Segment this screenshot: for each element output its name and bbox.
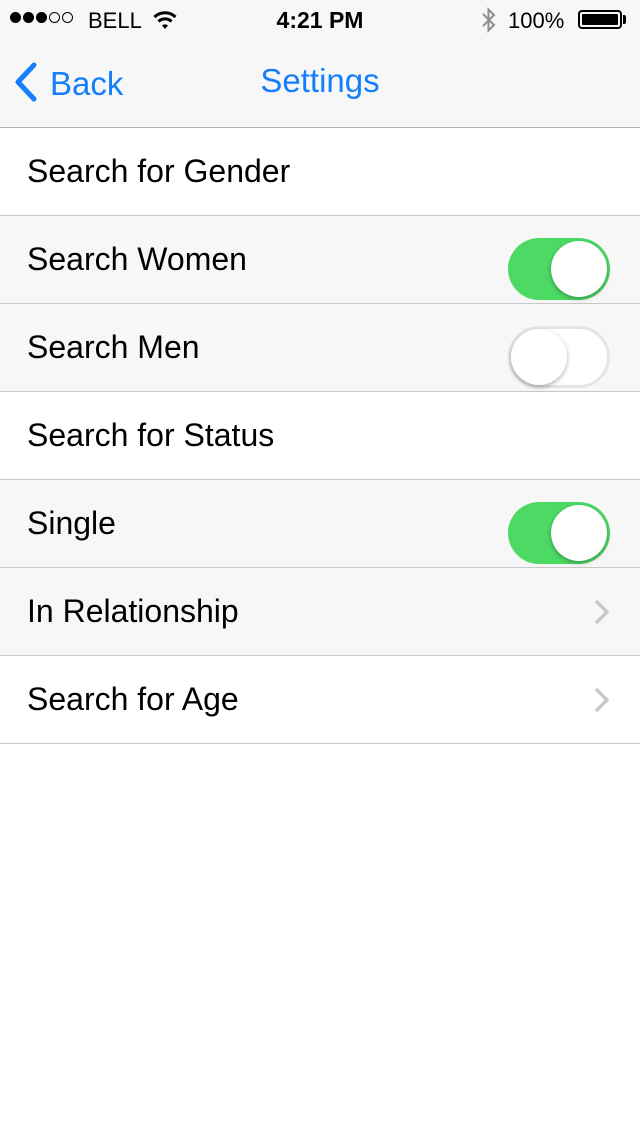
chevron-right-icon: [594, 599, 610, 630]
row-search-men: Search Men: [0, 304, 640, 392]
row-search-women: Search Women: [0, 216, 640, 304]
row-in-relationship[interactable]: In Relationship: [0, 568, 640, 656]
chevron-right-icon: [594, 687, 610, 718]
section-header-gender: Search for Gender: [0, 128, 640, 216]
row-label: Search Women: [27, 241, 247, 277]
row-label: Search for Age: [27, 681, 239, 717]
battery-percentage: 100%: [508, 8, 565, 33]
single-toggle[interactable]: [508, 502, 610, 564]
toggle-knob: [551, 505, 607, 561]
search-women-toggle[interactable]: [508, 238, 610, 300]
row-single: Single: [0, 480, 640, 568]
bluetooth-icon: [480, 6, 498, 40]
page-title: Settings: [260, 62, 380, 99]
toggle-knob: [551, 241, 607, 297]
row-label: Single: [27, 505, 116, 541]
section-header-status: Search for Status: [0, 392, 640, 480]
battery-icon: [578, 10, 622, 29]
navigation-bar: Back Settings: [0, 40, 640, 128]
row-label: Search for Status: [27, 417, 275, 453]
settings-list: Search for Gender Search Women Search Me…: [0, 128, 640, 744]
row-label: Search Men: [27, 329, 200, 365]
row-label: Search for Gender: [27, 153, 291, 189]
status-bar: BELL 4:21 PM 100%: [0, 0, 640, 40]
row-label: In Relationship: [27, 593, 239, 629]
row-search-for-age[interactable]: Search for Age: [0, 656, 640, 744]
search-men-toggle[interactable]: [508, 326, 610, 388]
toggle-knob: [511, 329, 567, 385]
